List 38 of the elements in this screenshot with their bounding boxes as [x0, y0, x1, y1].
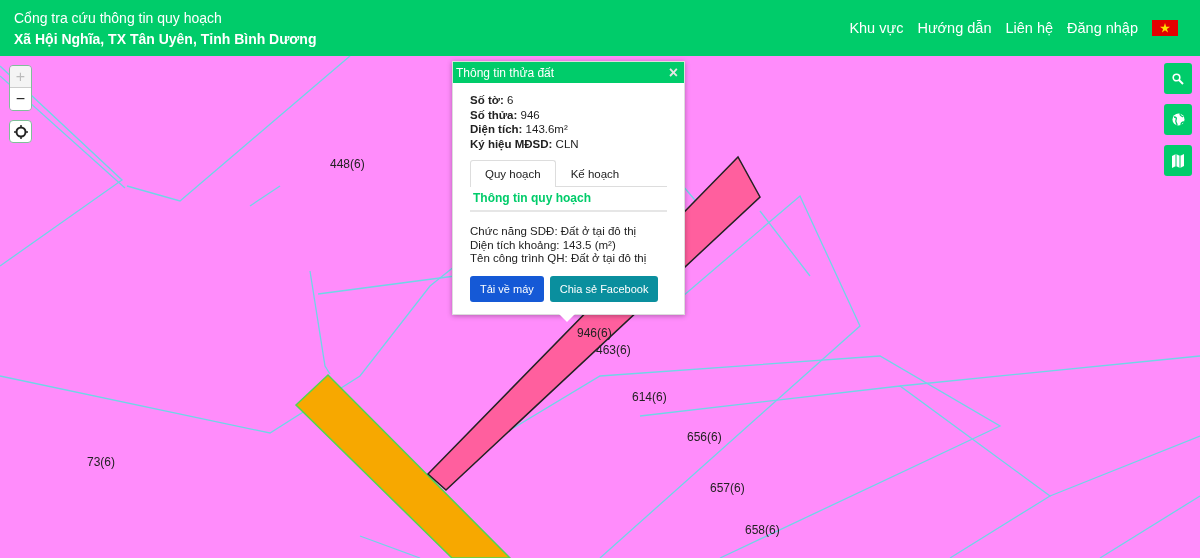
search-icon — [1172, 72, 1184, 85]
field-line: Số tờ: 6 — [470, 93, 515, 108]
parcel-label: 657(6) — [710, 481, 745, 495]
map-layers-button[interactable] — [1164, 145, 1192, 176]
detail-line: Chức năng SDĐ: Đất ở tại đô thị — [470, 225, 638, 239]
crosshair-icon — [13, 124, 28, 139]
parcel-label: 448(6) — [330, 157, 365, 171]
field-line: Ký hiệu MĐSD: CLN — [470, 136, 580, 151]
parcel-label: 656(6) — [687, 430, 722, 444]
parcel-label: 614(6) — [632, 390, 667, 404]
nav-link[interactable]: Khu vực — [849, 20, 904, 36]
detail-line: Tên công trình QH: Đất ở tại đô thị — [470, 252, 648, 266]
site-title: Cổng tra cứu thông tin quy hoạch — [14, 9, 223, 26]
field-line: Diện tích: 143.6m² — [470, 122, 569, 137]
close-button[interactable]: × — [666, 64, 680, 81]
flag-icon[interactable] — [1152, 20, 1178, 36]
detail-line: Diện tích khoảng: 143.5 (m²) — [470, 238, 617, 252]
zoom-out-button[interactable]: − — [10, 88, 31, 110]
nav-link[interactable]: Liên hệ — [1005, 20, 1054, 36]
section-title: Thông tin quy hoạch — [470, 187, 667, 212]
parcel-label: 946(6) — [577, 326, 612, 340]
download-button[interactable]: Tải về máy — [470, 275, 544, 302]
parcel-label: 463(6) — [596, 343, 631, 357]
location-title: Xã Hội Nghĩa, TX Tân Uyên, Tỉnh Bình Dương — [14, 30, 318, 47]
search-button[interactable] — [1164, 63, 1192, 94]
tab[interactable]: Quy hoạch — [470, 160, 556, 187]
tab[interactable]: Kế hoạch — [555, 160, 635, 187]
locate-button[interactable] — [9, 120, 32, 143]
share-button[interactable]: Chia sẻ Facebook — [549, 275, 659, 302]
globe-button[interactable] — [1164, 104, 1192, 135]
parcel-label: 658(6) — [745, 523, 780, 537]
nav-link[interactable]: Đăng nhập — [1067, 20, 1138, 36]
parcel-label: 73(6) — [87, 455, 115, 469]
field-line: Số thửa: 946 — [470, 107, 541, 122]
nav-link[interactable]: Hướng dẫn — [917, 20, 992, 36]
folded-map-icon — [1172, 153, 1184, 168]
popup-title: Thông tin thửa đất — [456, 65, 555, 80]
globe-icon — [1171, 113, 1185, 126]
